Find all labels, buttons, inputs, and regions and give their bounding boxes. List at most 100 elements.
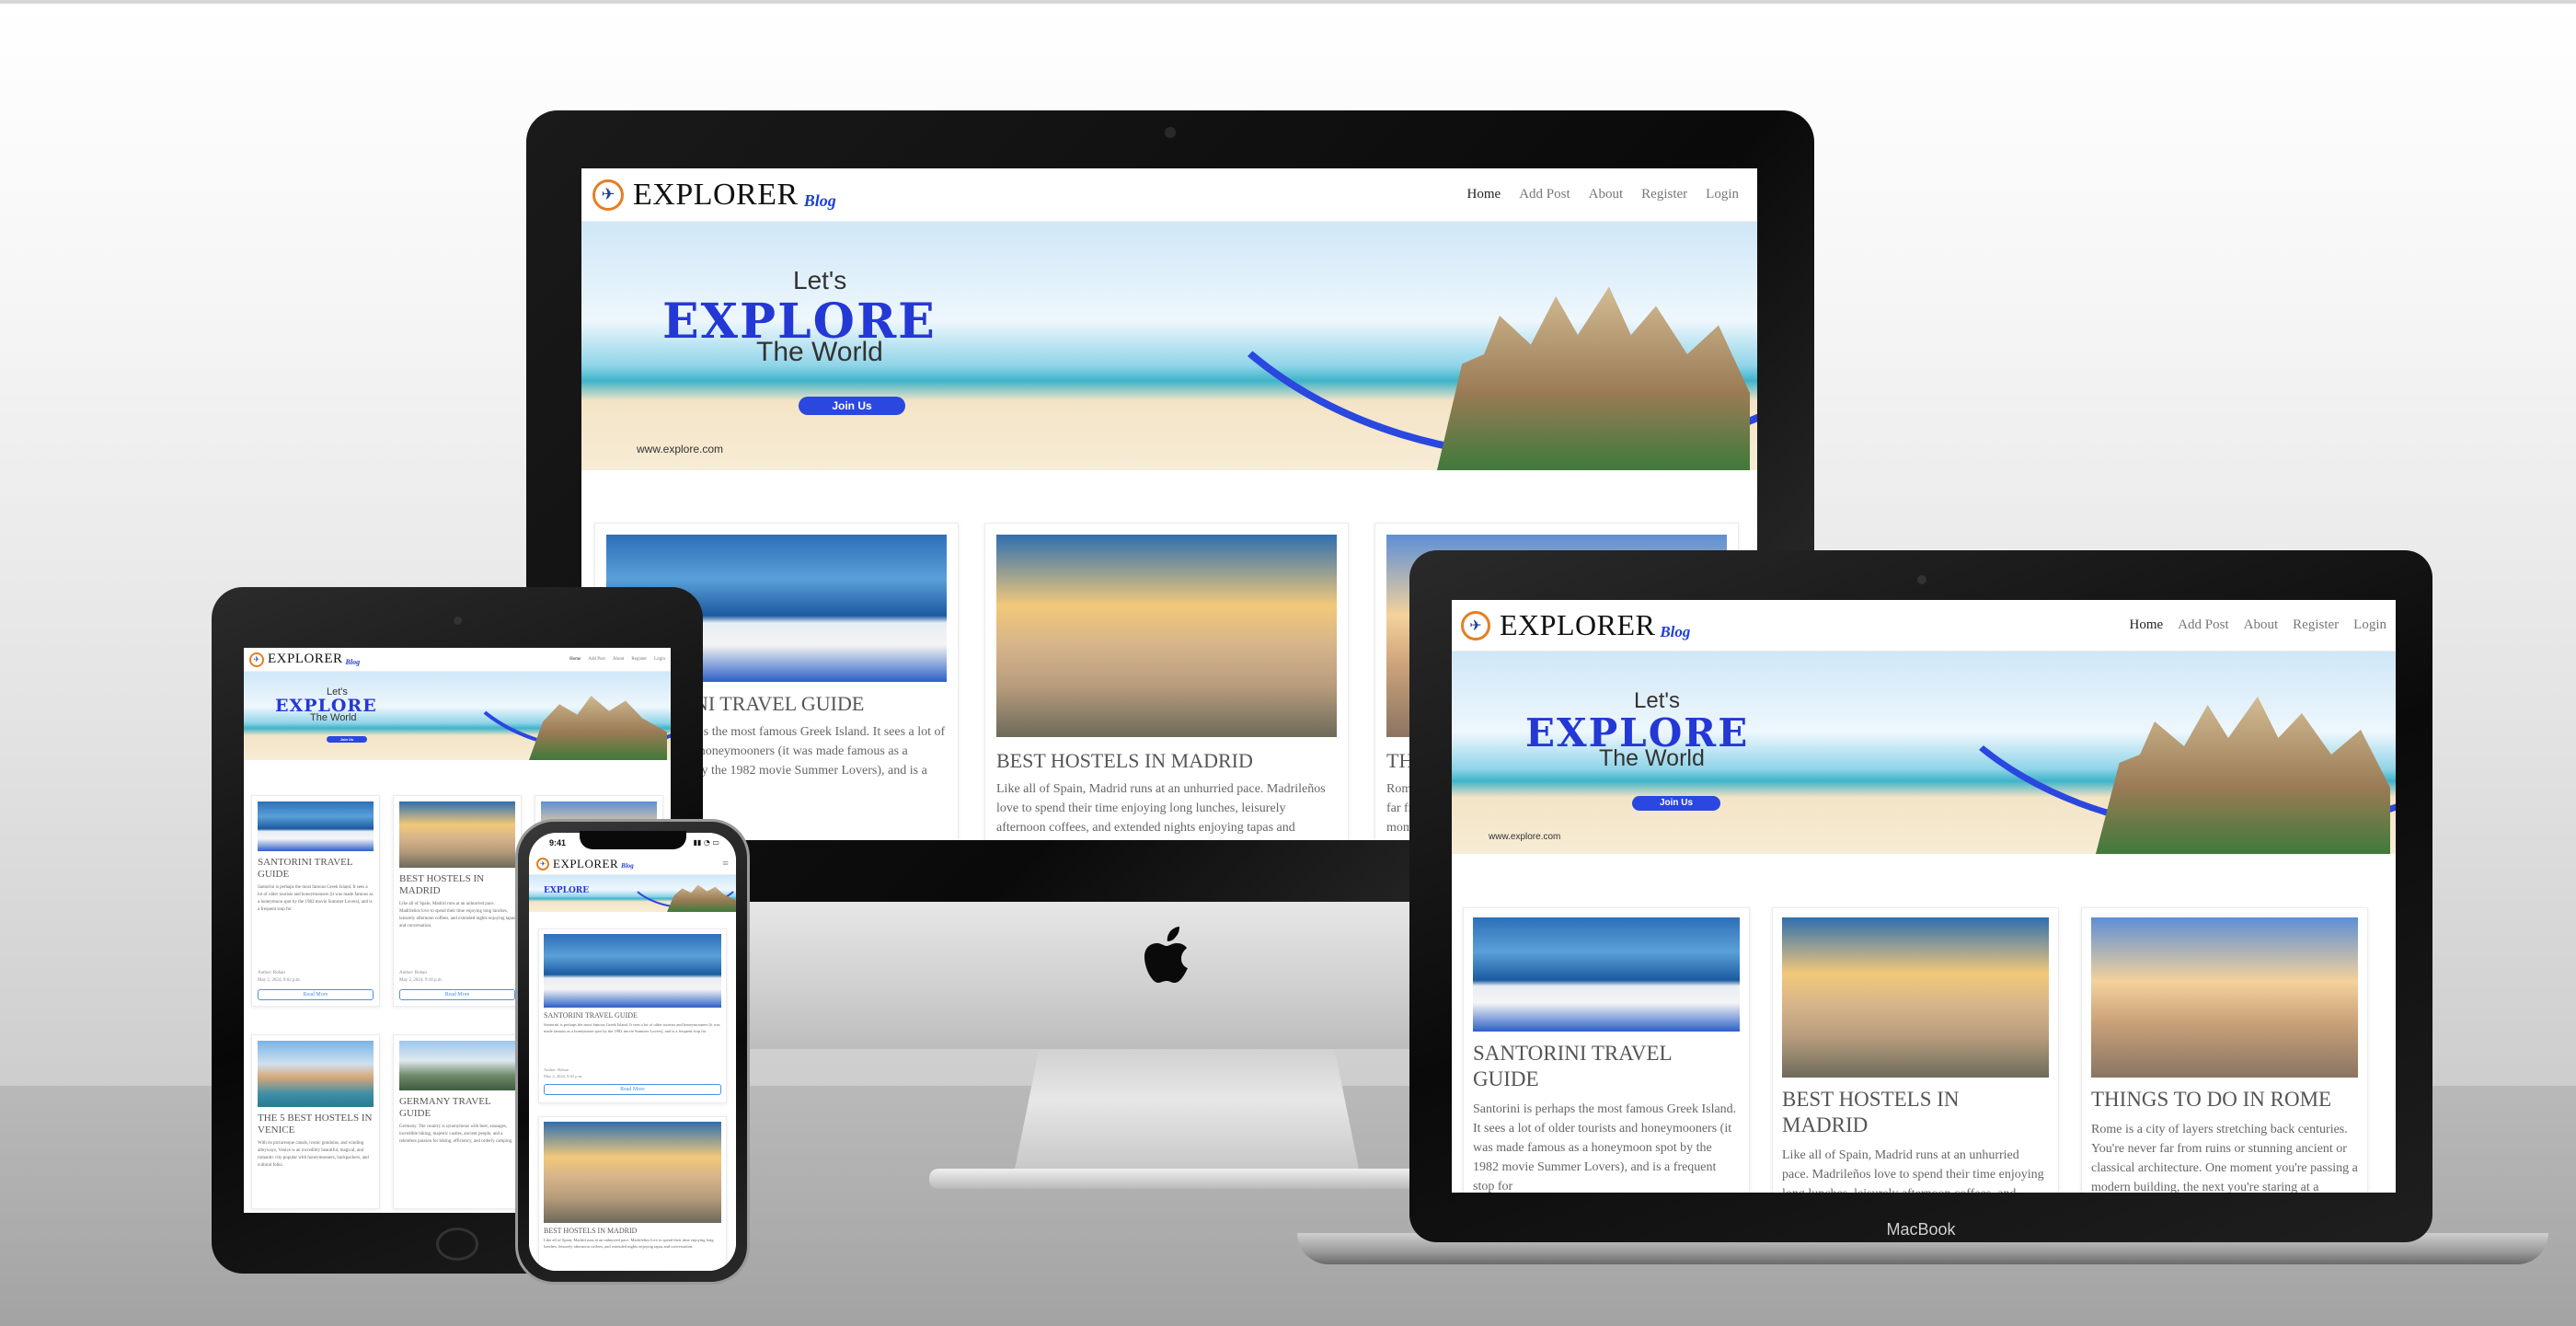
post-card: BEST HOSTELS IN MADRID Like all of Spain… xyxy=(1772,907,2059,1193)
brand-name: EXPLORER xyxy=(553,856,619,871)
brand-name: EXPLORER xyxy=(1500,608,1656,641)
imac-camera xyxy=(1165,127,1176,138)
nav-links: Home Add Post About Register Login xyxy=(1467,187,1739,202)
post-author: Author: Rohan xyxy=(544,1067,569,1072)
nav-add-post[interactable]: Add Post xyxy=(588,657,604,662)
nav-home[interactable]: Home xyxy=(2130,617,2164,633)
post-cards: SANTORINI TRAVEL GUIDE Santorini is perh… xyxy=(1452,907,2396,1193)
imac-stand xyxy=(1012,1044,1362,1182)
post-title[interactable]: GERMANY TRAVEL GUIDE xyxy=(399,1096,515,1120)
brand-sub: Blog xyxy=(1660,622,1691,640)
post-title[interactable]: THE 5 BEST HOSTELS IN VENICE xyxy=(258,1113,374,1136)
post-card: THINGS TO DO IN ROME Rome is a city of l… xyxy=(2081,907,2368,1193)
post-excerpt: Santorini is perhaps the most famous Gre… xyxy=(258,885,374,912)
nav-login[interactable]: Login xyxy=(2353,617,2386,633)
nav-about[interactable]: About xyxy=(2244,617,2279,633)
macbook-screen: ✈ EXPLORER Blog Home Add Post About Regi… xyxy=(1452,600,2396,1193)
post-card: BEST HOSTELS IN MADRID Like all of Spain… xyxy=(538,1116,727,1271)
status-time: 9:41 xyxy=(549,838,567,847)
banner-lets: Let's xyxy=(793,266,847,294)
brand[interactable]: ✈ EXPLORER Blog xyxy=(249,651,360,667)
hero-banner: Let's EXPLORE The World Join Us www.expl… xyxy=(581,222,1757,470)
post-title[interactable]: BEST HOSTELS IN MADRID xyxy=(544,1227,721,1235)
post-excerpt: With its picturesque canals, iconic gond… xyxy=(258,1141,369,1168)
post-title[interactable]: THINGS TO DO IN ROME xyxy=(2091,1087,2358,1113)
post-excerpt: Like all of Spain, Madrid runs at an unh… xyxy=(399,902,515,928)
post-card: THE 5 BEST HOSTELS IN VENICE With its pi… xyxy=(251,1034,380,1209)
status-icons: ▮▮ ◔ ▭ xyxy=(693,838,719,847)
top-border xyxy=(0,0,2576,4)
nav-about[interactable]: About xyxy=(613,657,625,662)
brand[interactable]: ✈ EXPLORER Blog xyxy=(536,857,634,871)
website-laptop: ✈ EXPLORER Blog Home Add Post About Regi… xyxy=(1452,600,2396,1193)
hamburger-menu-icon[interactable]: ≡ xyxy=(722,857,729,871)
brand-sub: Blog xyxy=(345,658,361,666)
banner-world: The World xyxy=(756,337,883,367)
nav-add-post[interactable]: Add Post xyxy=(2178,617,2228,633)
post-image xyxy=(399,1041,515,1090)
website-mobile: 9:41 ▮▮ ◔ ▭ ✈ EXPLORER Blog ≡ EXPLORE SA… xyxy=(529,833,736,1271)
read-more-button[interactable]: Read More xyxy=(544,1084,721,1095)
post-title[interactable]: SANTORINI TRAVEL GUIDE xyxy=(258,857,374,881)
post-date: May 2, 2024, 9:18 p.m. xyxy=(399,978,443,983)
post-image xyxy=(1473,917,1740,1032)
nav-login[interactable]: Login xyxy=(654,657,665,662)
read-more-button[interactable]: Read More xyxy=(258,989,374,1000)
nav-home[interactable]: Home xyxy=(1467,187,1501,202)
iphone-notch xyxy=(580,831,686,849)
post-excerpt: Santorini is perhaps the most famous Gre… xyxy=(544,1022,720,1033)
post-title[interactable]: BEST HOSTELS IN MADRID xyxy=(996,748,1337,774)
post-excerpt: Rome is a city of layers stretching back… xyxy=(2091,1123,2358,1193)
navbar: ✈ EXPLORER Blog Home Add Post About Regi… xyxy=(1452,600,2396,651)
post-card: BEST HOSTELS IN MADRID Like all of Spain… xyxy=(393,795,522,1007)
hero-banner: EXPLORE xyxy=(529,875,736,912)
post-image xyxy=(2091,917,2358,1078)
nav-add-post[interactable]: Add Post xyxy=(1519,187,1570,202)
brand-sub: Blog xyxy=(803,191,836,210)
compass-icon: ✈ xyxy=(592,179,624,211)
post-title[interactable]: BEST HOSTELS IN MADRID xyxy=(399,873,515,897)
read-more-button[interactable]: Read More xyxy=(399,989,515,1000)
nav-register[interactable]: Register xyxy=(1641,187,1687,202)
post-image xyxy=(544,1122,721,1223)
beach-chair-graphic xyxy=(655,360,765,443)
post-title[interactable]: BEST HOSTELS IN MADRID xyxy=(1782,1087,2049,1138)
join-us-button[interactable]: Join Us xyxy=(327,736,367,743)
post-image xyxy=(258,801,374,851)
nav-register[interactable]: Register xyxy=(631,657,647,662)
brand[interactable]: ✈ EXPLORER Blog xyxy=(592,178,836,213)
ipad-home-button xyxy=(436,1228,478,1261)
nav-register[interactable]: Register xyxy=(2293,617,2339,633)
nav-links: Home Add Post About Register Login xyxy=(2130,617,2386,633)
brand-sub: Blog xyxy=(621,862,634,870)
nav-links: Home Add Post About Register Login xyxy=(569,657,665,662)
post-excerpt: Santorini is perhaps the most famous Gre… xyxy=(1473,1102,1737,1193)
join-us-button[interactable]: Join Us xyxy=(799,397,905,415)
hero-banner: Let's EXPLORE The World Join Us www.expl… xyxy=(1452,651,2396,854)
imac-stand-base xyxy=(929,1169,1444,1189)
banner-world: The World xyxy=(1599,745,1705,771)
nav-login[interactable]: Login xyxy=(1706,187,1739,202)
post-card: SANTORINI TRAVEL GUIDE Santorini is perh… xyxy=(251,795,380,1007)
post-card: GERMANY TRAVEL GUIDE Germany. The countr… xyxy=(393,1034,522,1209)
post-title[interactable]: SANTORINI TRAVEL GUIDE xyxy=(544,1011,721,1020)
post-card: SANTORINI TRAVEL GUIDE Santorini is perh… xyxy=(538,928,727,1103)
post-image xyxy=(258,1041,374,1107)
post-card: BEST HOSTELS IN MADRID Like all of Spain… xyxy=(984,523,1349,840)
banner-url: www.explore.com xyxy=(637,443,724,455)
post-excerpt: Germany. The country is synonymous with … xyxy=(399,1124,513,1144)
navbar: ✈ EXPLORER Blog Home Add Post About Regi… xyxy=(244,648,671,672)
macbook-label: MacBook xyxy=(1886,1220,1956,1239)
brand[interactable]: ✈ EXPLORER Blog xyxy=(1461,608,1690,642)
post-image xyxy=(996,535,1337,737)
post-image xyxy=(399,801,515,868)
navbar: ✈ EXPLORER Blog Home Add Post About Regi… xyxy=(581,168,1757,222)
nav-home[interactable]: Home xyxy=(569,657,581,662)
post-author: Author: Rohan xyxy=(399,971,427,975)
post-title[interactable]: SANTORINI TRAVEL GUIDE xyxy=(1473,1041,1740,1092)
macbook-camera xyxy=(1917,575,1926,584)
nav-about[interactable]: About xyxy=(1589,187,1624,202)
join-us-button[interactable]: Join Us xyxy=(1632,796,1720,811)
post-date: May 2, 2024, 9:02 p.m. xyxy=(544,1074,583,1078)
banner-url: www.explore.com xyxy=(1489,832,1561,842)
